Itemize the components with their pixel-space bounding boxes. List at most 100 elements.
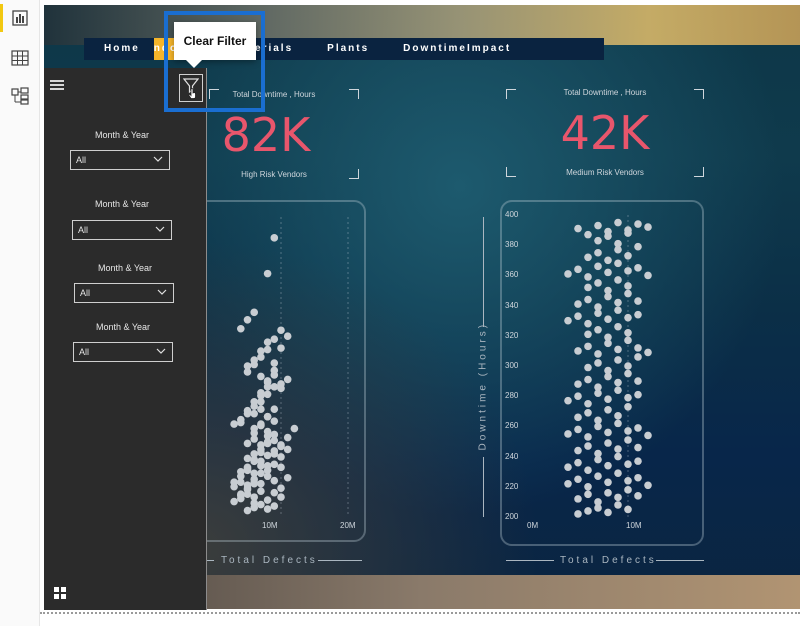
scatter-point[interactable] (574, 446, 582, 455)
menu-icon[interactable] (50, 80, 64, 90)
scatter-point[interactable] (634, 353, 642, 361)
scatter-point[interactable] (624, 436, 632, 444)
scatter-point[interactable] (634, 473, 642, 482)
scatter-point[interactable] (614, 345, 622, 354)
scatter-point[interactable] (604, 428, 612, 437)
scatter-point[interactable] (634, 220, 642, 228)
scatter-point[interactable] (604, 256, 612, 265)
scatter-point[interactable] (594, 416, 602, 425)
scatter-point[interactable] (604, 461, 612, 470)
scatter-point[interactable] (614, 356, 622, 364)
scatter-point[interactable] (574, 495, 582, 503)
scatter-point[interactable] (584, 253, 592, 262)
scatter-point[interactable] (584, 230, 592, 239)
scatter-point[interactable] (564, 463, 572, 471)
scatter-point[interactable] (584, 399, 592, 408)
scatter-point[interactable] (574, 224, 582, 233)
scatter-point[interactable] (584, 319, 592, 328)
scatter-point[interactable] (584, 363, 592, 372)
scatter-point[interactable] (604, 439, 612, 447)
scatter-point[interactable] (634, 377, 642, 385)
scatter-point[interactable] (624, 328, 632, 337)
scatter-point[interactable] (624, 362, 632, 370)
scatter-point[interactable] (604, 333, 612, 342)
scatter-point[interactable] (614, 386, 622, 394)
month-year-slicer-2[interactable]: All (72, 220, 172, 240)
scatter-point[interactable] (584, 442, 592, 450)
scatter-point[interactable] (594, 279, 602, 287)
scatter-point[interactable] (604, 366, 612, 375)
scatter-point[interactable] (644, 271, 652, 280)
scatter-point[interactable] (584, 466, 592, 474)
scatter-point[interactable] (584, 273, 592, 281)
scatter-point[interactable] (624, 505, 632, 514)
scatter-point[interactable] (644, 431, 652, 440)
scatter-point[interactable] (624, 402, 632, 411)
month-year-slicer-4[interactable]: All (73, 342, 173, 362)
scatter-point[interactable] (594, 221, 602, 230)
scatter-point[interactable] (614, 276, 622, 284)
scatter-point[interactable] (564, 270, 572, 278)
scatter-point[interactable] (614, 501, 622, 509)
scatter-point[interactable] (574, 510, 582, 518)
scatter-point[interactable] (614, 412, 622, 420)
scatter-point[interactable] (624, 282, 632, 290)
scatter-point[interactable] (604, 395, 612, 404)
scatter-point[interactable] (634, 344, 642, 352)
scatter-point[interactable] (614, 493, 622, 502)
scatter-point[interactable] (594, 350, 602, 358)
scatter-point[interactable] (594, 383, 602, 391)
scatter-point[interactable] (634, 457, 642, 465)
model-view-icon[interactable] (10, 86, 30, 106)
scatter-point[interactable] (604, 286, 612, 295)
scatter-point[interactable] (614, 298, 622, 307)
scatter-point[interactable] (624, 226, 632, 234)
scatter-point[interactable] (584, 409, 592, 417)
scatter-point[interactable] (574, 413, 582, 422)
scatter-point[interactable] (644, 481, 652, 490)
scatter-point[interactable] (574, 458, 582, 467)
scatter-point[interactable] (624, 460, 632, 468)
scatter-point[interactable] (624, 476, 632, 485)
scatter-point[interactable] (594, 303, 602, 311)
scatter-point[interactable] (594, 262, 602, 271)
scatter-point[interactable] (624, 289, 632, 298)
scatter-point[interactable] (604, 478, 612, 487)
scatter-point[interactable] (614, 378, 622, 387)
scatter-point[interactable] (624, 267, 632, 275)
scatter-point[interactable] (614, 259, 622, 268)
scatter-point[interactable] (644, 223, 652, 231)
scatter-point[interactable] (614, 419, 622, 428)
scatter-point[interactable] (614, 469, 622, 478)
scatter-point[interactable] (594, 449, 602, 458)
scatter-point[interactable] (594, 325, 602, 334)
scatter-point[interactable] (574, 300, 582, 308)
scatter-point[interactable] (574, 425, 582, 434)
scatter-point[interactable] (634, 424, 642, 432)
report-view-icon[interactable] (10, 8, 30, 28)
scatter-point[interactable] (574, 347, 582, 355)
scatter-point[interactable] (604, 227, 612, 236)
scatter-point[interactable] (604, 508, 612, 517)
data-view-icon[interactable] (10, 48, 30, 68)
scatter-point[interactable] (644, 348, 652, 357)
scatter-point[interactable] (584, 507, 592, 515)
scatter-point[interactable] (624, 313, 632, 322)
scatter-point[interactable] (594, 498, 602, 506)
scatter-point[interactable] (624, 369, 632, 378)
scatter-point[interactable] (564, 316, 572, 325)
scatter-point[interactable] (634, 443, 642, 452)
scatter-point[interactable] (634, 264, 642, 272)
scatter-point[interactable] (584, 433, 592, 441)
scatter-point[interactable] (624, 486, 632, 494)
scatter-point[interactable] (594, 359, 602, 367)
scatter-point[interactable] (584, 295, 592, 304)
scatter-point[interactable] (574, 380, 582, 388)
scatter-point[interactable] (584, 342, 592, 351)
scatter-point[interactable] (634, 492, 642, 500)
scatter-point[interactable] (574, 475, 582, 484)
scatter-point[interactable] (614, 452, 622, 461)
scatter-point[interactable] (614, 445, 622, 453)
scatter-point[interactable] (624, 427, 632, 435)
scatter-point[interactable] (564, 479, 572, 488)
